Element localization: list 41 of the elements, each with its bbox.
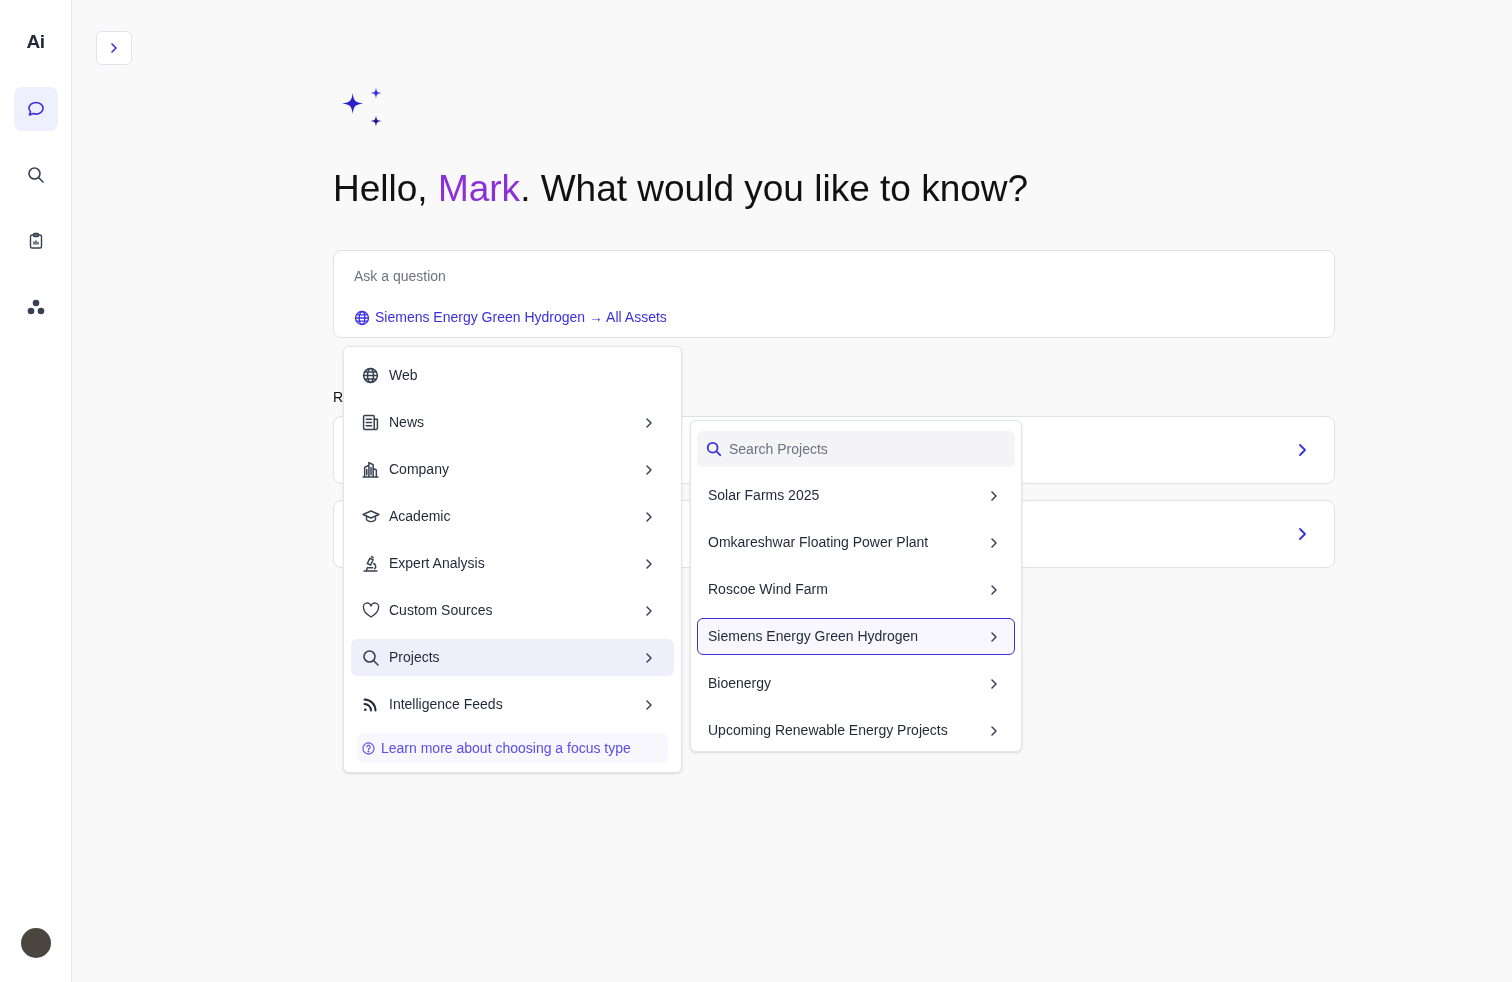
search-icon xyxy=(26,166,45,184)
chevron-right-icon xyxy=(988,677,1000,690)
logo[interactable]: Ai xyxy=(26,32,45,51)
search-field[interactable]: Search Projects xyxy=(697,431,1015,467)
project-menu-item[interactable]: Siemens Energy Green Hydrogen xyxy=(697,618,1015,655)
project-menu-item[interactable]: Roscoe Wind Farm xyxy=(697,571,1015,608)
focus-menu-item[interactable]: Projects xyxy=(351,639,674,676)
focus-chip[interactable]: Siemens Energy Green Hydrogen → All Assets xyxy=(354,307,667,328)
chevron-right-icon xyxy=(1296,443,1308,457)
graduation-cap-icon xyxy=(362,508,380,525)
search-icon xyxy=(362,648,380,667)
question-box[interactable]: Ask a question Siemens Energy Green Hydrogen → All Assets xyxy=(333,250,1335,338)
chevron-right-icon xyxy=(108,42,120,54)
building-icon xyxy=(362,461,379,478)
chat-bubble-icon xyxy=(26,100,45,118)
globe-icon xyxy=(362,367,379,384)
newspaper-icon xyxy=(362,414,379,431)
project-menu-item[interactable]: Omkareshwar Floating Power Plant xyxy=(697,524,1015,561)
microscope-icon xyxy=(362,555,379,572)
chevron-right-icon xyxy=(988,630,1000,643)
heart-icon xyxy=(362,602,380,619)
search-icon xyxy=(706,441,722,457)
question-placeholder: Ask a question xyxy=(354,267,447,285)
three-dots-icon xyxy=(25,298,46,316)
expand-button[interactable] xyxy=(96,31,132,65)
chevron-right-icon xyxy=(988,536,1000,549)
avatar[interactable] xyxy=(20,928,51,958)
chevron-right-icon xyxy=(988,489,1000,502)
rss-icon xyxy=(362,696,378,713)
greeting-heading: Hello, Mark. What would you like to know? xyxy=(333,167,1030,211)
section-heading: R xyxy=(333,389,344,405)
project-menu-item[interactable]: Solar Farms 2025 xyxy=(697,477,1015,514)
chevron-right-icon xyxy=(988,583,1000,596)
chevron-right-icon xyxy=(988,724,1000,737)
project-menu-item[interactable]: Bioenergy xyxy=(697,665,1015,702)
chevron-right-icon xyxy=(1296,527,1308,541)
help-icon xyxy=(362,741,375,755)
sidebar-nav-item[interactable] xyxy=(13,87,58,131)
globe-icon xyxy=(354,309,370,326)
help-link[interactable]: Learn more about choosing a focus type xyxy=(357,733,668,763)
project-menu-item[interactable]: Upcoming Renewable Energy Projects xyxy=(697,712,1015,749)
